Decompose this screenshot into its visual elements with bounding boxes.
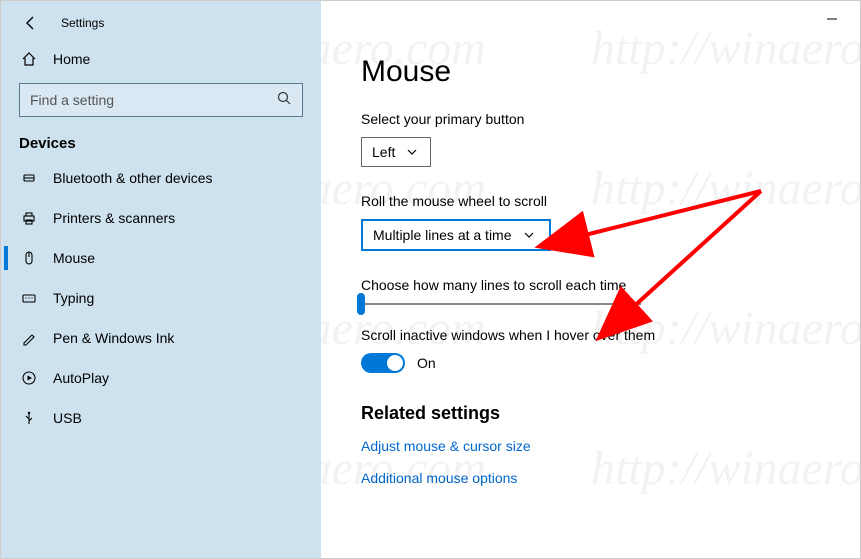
sidebar-item-label: Mouse — [53, 250, 95, 266]
printer-icon — [19, 210, 39, 226]
scroll-mode-dropdown[interactable]: Multiple lines at a time — [361, 219, 551, 251]
search-icon — [276, 90, 292, 111]
toggle-state-label: On — [417, 355, 436, 371]
sidebar-item-label: Bluetooth & other devices — [53, 170, 213, 186]
inactive-scroll-toggle[interactable] — [361, 353, 405, 373]
scroll-mode-label: Roll the mouse wheel to scroll — [361, 193, 820, 209]
sidebar-item-label: Pen & Windows Ink — [53, 330, 174, 346]
lines-scroll-label: Choose how many lines to scroll each tim… — [361, 277, 820, 293]
keyboard-icon — [19, 290, 39, 306]
dropdown-value: Multiple lines at a time — [373, 227, 512, 243]
home-label: Home — [53, 51, 90, 67]
sidebar-item-label: Printers & scanners — [53, 210, 175, 226]
nav-list: Bluetooth & other devices Printers & sca… — [1, 158, 321, 558]
sidebar-item-pen[interactable]: Pen & Windows Ink — [1, 318, 321, 358]
sidebar-item-printers[interactable]: Printers & scanners — [1, 198, 321, 238]
sidebar-item-label: Typing — [53, 290, 94, 306]
link-additional-mouse-options[interactable]: Additional mouse options — [361, 470, 820, 486]
sidebar-item-typing[interactable]: Typing — [1, 278, 321, 318]
slider-thumb[interactable] — [357, 293, 365, 315]
home-icon — [19, 51, 39, 67]
minimize-button[interactable] — [814, 7, 850, 31]
content-pane: http://winaero.com http://winaero.com ht… — [321, 1, 860, 558]
slider-track[interactable] — [361, 303, 641, 305]
sidebar-item-usb[interactable]: USB — [1, 398, 321, 438]
sidebar-item-bluetooth[interactable]: Bluetooth & other devices — [1, 158, 321, 198]
bluetooth-icon — [19, 170, 39, 186]
window-controls — [814, 7, 850, 31]
lines-slider[interactable] — [361, 303, 820, 305]
mouse-icon — [19, 250, 39, 266]
primary-button-dropdown[interactable]: Left — [361, 137, 431, 167]
home-nav-item[interactable]: Home — [1, 41, 321, 77]
inactive-scroll-label: Scroll inactive windows when I hover ove… — [361, 327, 820, 343]
page-title: Mouse — [361, 55, 820, 89]
sidebar-item-mouse[interactable]: Mouse — [1, 238, 321, 278]
pen-icon — [19, 330, 39, 346]
sidebar-item-label: AutoPlay — [53, 370, 109, 386]
search-input-container[interactable] — [19, 83, 303, 117]
link-adjust-mouse-cursor[interactable]: Adjust mouse & cursor size — [361, 438, 820, 454]
window-title: Settings — [61, 16, 104, 30]
usb-icon — [19, 410, 39, 426]
section-header: Devices — [1, 117, 321, 158]
back-button[interactable] — [19, 11, 43, 35]
search-input[interactable] — [30, 92, 276, 108]
primary-button-label: Select your primary button — [361, 111, 820, 127]
chevron-down-icon — [407, 144, 417, 160]
autoplay-icon — [19, 370, 39, 386]
toggle-knob — [387, 355, 403, 371]
dropdown-value: Left — [372, 144, 395, 160]
sidebar: Settings Home Devices Bluetooth & oth — [1, 1, 321, 558]
sidebar-item-autoplay[interactable]: AutoPlay — [1, 358, 321, 398]
chevron-down-icon — [524, 227, 534, 243]
titlebar: Settings — [1, 1, 321, 41]
sidebar-item-label: USB — [53, 410, 82, 426]
related-settings-header: Related settings — [361, 403, 820, 424]
